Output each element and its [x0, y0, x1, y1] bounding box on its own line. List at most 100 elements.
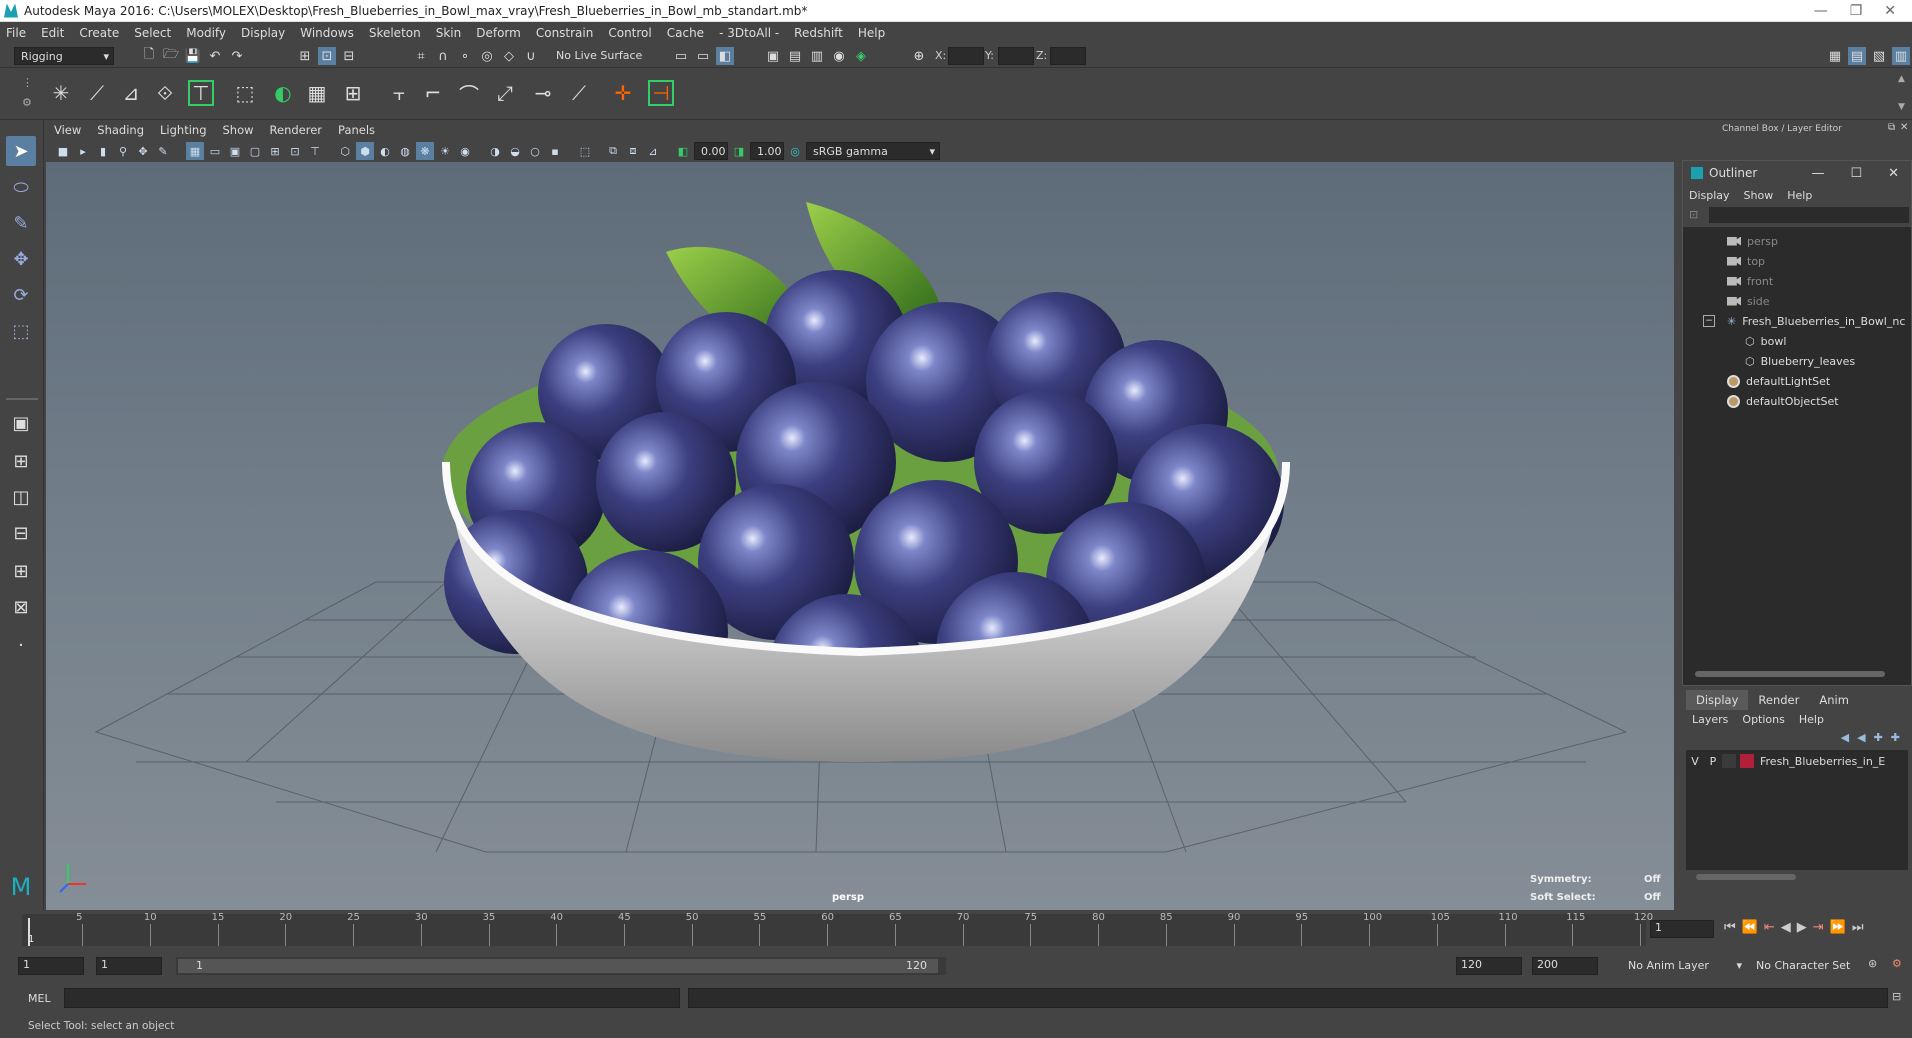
menu-control[interactable]: Control — [608, 26, 651, 40]
toggle-tool-settings-icon[interactable]: ▧ — [1870, 47, 1888, 65]
end-time-field[interactable]: 200 — [1532, 957, 1598, 975]
scale-constraint-icon[interactable]: ⤢ — [492, 80, 518, 106]
anim-layer-dropdown[interactable]: No Anim Layer ▾ — [1622, 957, 1744, 975]
xray-joints-icon[interactable]: ◒ — [506, 142, 524, 160]
layer-tab-anim[interactable]: Anim — [1809, 690, 1859, 710]
transform-mode-icon[interactable]: ⊕ — [910, 47, 928, 65]
menu-display[interactable]: Display — [241, 26, 285, 40]
shelf-scroll-up-icon[interactable]: ▲ — [1898, 74, 1905, 84]
start-time-field[interactable]: 1 — [18, 957, 84, 975]
menu-windows[interactable]: Windows — [300, 26, 354, 40]
ik-spline-icon[interactable]: ⊿ — [118, 80, 144, 106]
step-back-frame-icon[interactable]: ⇤ — [1764, 920, 1775, 935]
single-perspective-layout-icon[interactable]: ▣ — [6, 408, 36, 438]
shelf-settings-icon[interactable]: ⚙ — [22, 96, 32, 109]
menu-select[interactable]: Select — [134, 26, 171, 40]
snap-view-icon[interactable]: ◎ — [478, 47, 496, 65]
backface-icon[interactable]: ▪ — [546, 142, 564, 160]
select-object-icon[interactable]: ⊡ — [318, 47, 336, 65]
channel-box-float-icon[interactable]: ⧉ — [1888, 122, 1895, 133]
aim-constraint-icon[interactable]: ⊸ — [530, 80, 556, 106]
parent-constraint-icon[interactable]: ⫟ — [386, 80, 412, 106]
outliner-item-top[interactable]: top — [1727, 251, 1765, 271]
outliner-close-icon[interactable]: ✕ — [1888, 166, 1899, 181]
grease-pencil-icon[interactable]: ✎ — [154, 142, 172, 160]
outliner-item-lightset[interactable]: defaultLightSet — [1727, 371, 1830, 391]
shelf-menu-icon[interactable]: ⋮ — [22, 76, 33, 89]
outliner-item-group[interactable]: − ✳ Fresh_Blueberries_in_Bowl_nc — [1703, 311, 1905, 331]
isolate-select-icon[interactable]: ⬚ — [576, 142, 594, 160]
outliner-item-front[interactable]: front — [1727, 271, 1773, 291]
render-settings-icon[interactable]: ▥ — [808, 47, 826, 65]
multisample-icon[interactable]: ⧉ — [604, 142, 622, 160]
lasso-tool-icon[interactable]: ⬭ — [6, 172, 36, 202]
xray-icon[interactable]: ◑ — [486, 142, 504, 160]
scale-tool-icon[interactable]: ⬚ — [6, 316, 36, 346]
script-editor-icon[interactable]: ⊟ — [1892, 990, 1901, 1003]
menu-3dtoall[interactable]: - 3DtoAll - — [719, 26, 779, 40]
toggle-modeling-toolkit-icon[interactable]: ▦ — [1826, 47, 1844, 65]
render-view-icon[interactable]: ◈ — [852, 47, 870, 65]
select-hierarchy-icon[interactable]: ⊞ — [296, 47, 314, 65]
save-scene-icon[interactable]: 💾 — [184, 47, 202, 65]
step-back-key-icon[interactable]: ⏪ — [1742, 920, 1758, 935]
output-ops-icon[interactable]: ▭ — [694, 47, 712, 65]
undo-icon[interactable]: ↶ — [206, 47, 224, 65]
move-tool-icon[interactable]: ✥ — [6, 244, 36, 274]
wireframe-icon[interactable]: ⬡ — [336, 142, 354, 160]
outliner-hscrollbar[interactable] — [1687, 669, 1907, 679]
move-layer-down-icon[interactable]: ◀ — [1857, 731, 1865, 744]
cluster-icon[interactable]: ⊞ — [340, 80, 366, 106]
anim-prefs-icon[interactable]: ⚙ — [1892, 957, 1902, 970]
snap-grid-icon[interactable]: ⌗ — [412, 47, 430, 65]
colorspace-dropdown[interactable]: sRGB gamma ▾ — [806, 142, 940, 160]
motion-blur-icon[interactable]: ⧈ — [624, 142, 642, 160]
menu-edit[interactable]: Edit — [41, 26, 64, 40]
layout-more-icon[interactable]: · — [6, 630, 36, 660]
toggle-channel-box-icon[interactable]: ▥ — [1892, 47, 1910, 65]
new-layer-selected-icon[interactable]: ✚ — [1891, 731, 1900, 744]
layers-menu-options[interactable]: Options — [1742, 713, 1784, 726]
camera-attributes-icon[interactable]: ▸ — [74, 142, 92, 160]
vp-menu-shading[interactable]: Shading — [97, 123, 144, 137]
menu-help[interactable]: Help — [858, 26, 885, 40]
safe-action-icon[interactable]: ⊡ — [286, 142, 304, 160]
playback-start-field[interactable]: 1 — [96, 957, 162, 975]
ipr-render-icon[interactable]: ▤ — [786, 47, 804, 65]
paint-select-icon[interactable]: ✎ — [6, 208, 36, 238]
mirror-joint-icon[interactable]: ⊤ — [188, 80, 214, 106]
vp-menu-renderer[interactable]: Renderer — [270, 123, 323, 137]
menu-create[interactable]: Create — [79, 26, 119, 40]
2d-pan-zoom-icon[interactable]: ✥ — [134, 142, 152, 160]
collapse-icon[interactable]: − — [1703, 315, 1715, 327]
exposure-icon[interactable]: ◧ — [674, 142, 692, 160]
layer-visibility-toggle[interactable]: V — [1686, 755, 1704, 768]
hypershade-layout-icon[interactable]: ⊞ — [6, 556, 36, 586]
joint-tool-icon[interactable]: ✳ — [48, 80, 74, 106]
shadows-icon[interactable]: ☀ — [436, 142, 454, 160]
gamma-icon[interactable]: ◨ — [730, 142, 748, 160]
field-chart-icon[interactable]: ⊞ — [266, 142, 284, 160]
new-layer-icon[interactable]: ✚ — [1874, 731, 1883, 744]
layer-playback-toggle[interactable]: P — [1704, 755, 1722, 768]
character-set-dropdown[interactable]: No Character Set — [1752, 957, 1864, 975]
layer-name[interactable]: Fresh_Blueberries_in_E — [1760, 755, 1885, 768]
outliner-item-persp[interactable]: persp — [1727, 231, 1778, 251]
render-frame-icon[interactable]: ▣ — [764, 47, 782, 65]
gamma-field[interactable]: 1.00 — [750, 142, 784, 160]
layer-row[interactable]: V P Fresh_Blueberries_in_E — [1686, 752, 1908, 770]
vp-menu-view[interactable]: View — [54, 123, 81, 137]
step-forward-key-icon[interactable]: ⏩ — [1830, 920, 1846, 935]
current-frame-field[interactable]: 1 — [1650, 920, 1714, 938]
safe-title-icon[interactable]: ⊤ — [306, 142, 324, 160]
y-field[interactable] — [998, 47, 1034, 65]
minimize-icon[interactable]: — — [1814, 3, 1828, 19]
film-gate-icon[interactable]: ▭ — [206, 142, 224, 160]
move-layer-up-icon[interactable]: ◀ — [1841, 731, 1849, 744]
menu-modify[interactable]: Modify — [186, 26, 226, 40]
vp-menu-show[interactable]: Show — [223, 123, 254, 137]
select-component-icon[interactable]: ⊟ — [340, 47, 358, 65]
auto-key-icon[interactable]: ⊛ — [1868, 957, 1877, 970]
layers-menu-help[interactable]: Help — [1799, 713, 1824, 726]
menu-cache[interactable]: Cache — [667, 26, 704, 40]
